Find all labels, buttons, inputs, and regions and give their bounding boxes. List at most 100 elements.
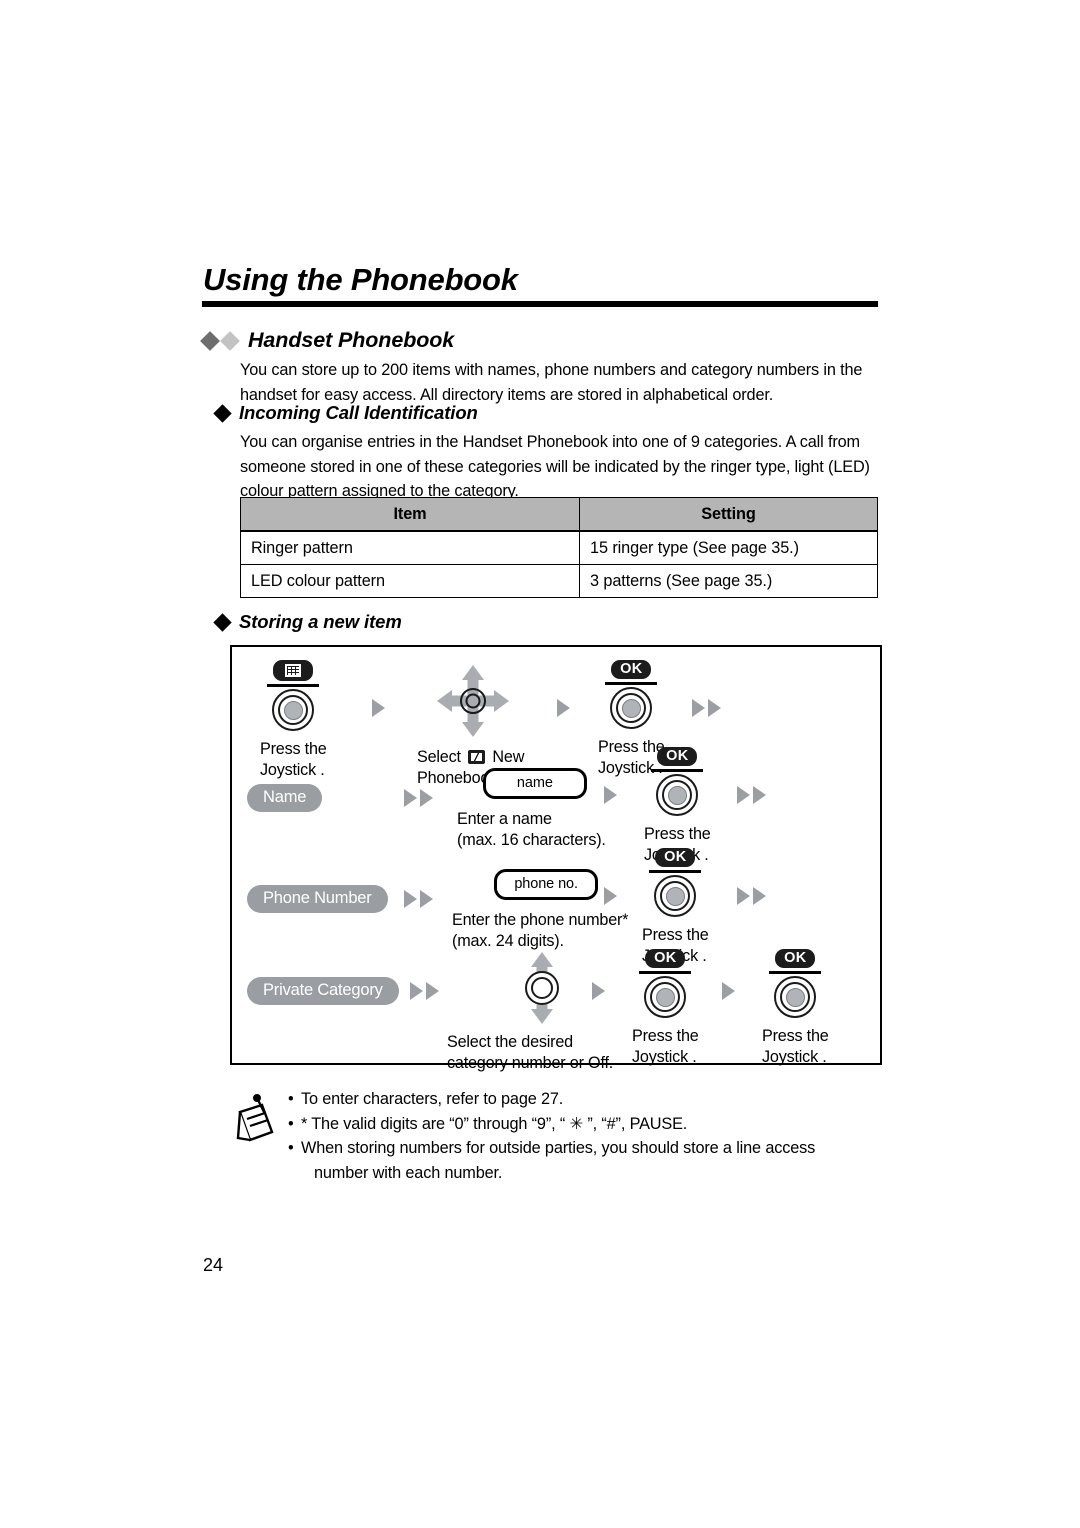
flow-caption-new: New xyxy=(492,748,525,766)
flow-caption-line2: (max. 24 digits). xyxy=(452,932,564,950)
table-cell-item: LED colour pattern xyxy=(240,564,580,598)
bullet-icon: • xyxy=(288,1139,294,1157)
flow-pill-phone-number: Phone Number xyxy=(247,885,388,913)
table-cell-setting: 3 patterns (See page 35.) xyxy=(579,564,878,598)
handset-phonebook-heading-text: Handset Phonebook xyxy=(248,328,455,352)
flow-label-private-category: Private Category xyxy=(247,977,399,1005)
table-cell-item: Ringer pattern xyxy=(240,530,580,565)
flow-caption-line2: Joystick . xyxy=(632,1048,697,1066)
diamond-icon xyxy=(213,403,232,423)
title-divider xyxy=(202,301,878,307)
section-heading-handset-phonebook: Handset Phonebook xyxy=(200,328,455,353)
flow-arrow xyxy=(604,887,617,910)
flow-arrow-double xyxy=(692,699,721,717)
note-text: When storing numbers for outside parties… xyxy=(301,1139,816,1157)
note-item-continuation: number with each number. xyxy=(288,1161,815,1186)
button-underline xyxy=(769,971,822,974)
diamond-icon xyxy=(213,612,232,632)
flow-caption-line2: (max. 16 characters). xyxy=(457,831,606,849)
button-underline xyxy=(651,769,704,772)
bullet-icon: • xyxy=(288,1114,294,1133)
settings-table: Item Setting Ringer pattern 15 ringer ty… xyxy=(240,497,878,598)
flow-caption-line1: Press the xyxy=(642,926,709,944)
section-heading-incoming-call-identification: Incoming Call Identification xyxy=(213,402,478,424)
section-heading-storing-a-new-item: Storing a new item xyxy=(213,611,402,633)
flow-caption-line1: Press the xyxy=(260,740,327,758)
note-item: • * The valid digits are “0” through “9”… xyxy=(288,1112,815,1137)
joystick-icon xyxy=(654,875,697,917)
manual-page: Using the Phonebook Handset Phonebook Yo… xyxy=(0,0,1080,1528)
table-cell-setting: 15 ringer type (See page 35.) xyxy=(579,530,878,565)
ok-button-icon: OK xyxy=(657,747,698,766)
button-underline xyxy=(639,971,692,974)
storing-a-new-item-heading-text: Storing a new item xyxy=(239,611,402,632)
note-item: • To enter characters, refer to page 27. xyxy=(288,1087,815,1112)
flow-arrow xyxy=(372,699,385,722)
flow-caption-select: Select xyxy=(417,748,461,766)
double-diamond-icon xyxy=(200,330,240,351)
note-pad-icon xyxy=(232,1092,278,1148)
flow-step-enter-name: name Enter a name (max. 16 characters). xyxy=(457,768,606,851)
flow-step-enter-phone-number: phone no. Enter the phone number* (max. … xyxy=(452,869,628,952)
handset-phonebook-body: You can store up to 200 items with names… xyxy=(240,361,863,404)
note-text: To enter characters, refer to page 27. xyxy=(301,1090,564,1108)
flow-caption-line1: Enter the phone number* xyxy=(452,911,629,929)
joystick-vertical-icon xyxy=(519,952,565,1024)
flow-step-select-category: Select the desired category number or Of… xyxy=(447,952,613,1074)
ok-button-icon: OK xyxy=(611,660,652,679)
flow-arrow-double xyxy=(404,789,433,807)
flow-arrow-double xyxy=(404,890,433,908)
ok-button-icon: OK xyxy=(655,848,696,867)
table-header-setting: Setting xyxy=(579,497,878,532)
flow-caption-line1: Select the desired xyxy=(447,1033,573,1051)
flow-label-phone-number: Phone Number xyxy=(247,885,388,913)
menu-button-icon xyxy=(273,660,314,681)
ok-button-icon: OK xyxy=(645,949,686,968)
button-underline xyxy=(649,870,702,873)
flow-step-press-joystick-ok-5: OK Press the Joystick . xyxy=(762,949,829,1068)
flow-caption-line1: Press the xyxy=(762,1027,829,1045)
page-number: 24 xyxy=(203,1255,224,1275)
flow-arrow-double xyxy=(737,887,766,905)
flow-caption-line2: Joystick . xyxy=(762,1048,827,1066)
flow-caption-line1: Press the xyxy=(632,1027,699,1045)
flow-arrow-double xyxy=(737,786,766,804)
name-field[interactable]: name xyxy=(482,768,587,799)
flow-caption-line2: Joystick . xyxy=(260,761,325,779)
flow-pill-private-category: Private Category xyxy=(247,977,399,1005)
page-title: Using the Phonebook xyxy=(203,262,518,297)
button-underline xyxy=(267,684,320,687)
joystick-icon xyxy=(774,976,817,1018)
flow-arrow-double xyxy=(410,982,439,1000)
note-item: • When storing numbers for outside parti… xyxy=(288,1136,815,1161)
flow-step-press-joystick-menu: Press the Joystick . xyxy=(260,660,327,781)
table-header-item: Item xyxy=(240,497,580,532)
phonebook-icon xyxy=(468,750,486,764)
incoming-call-identification-body: You can organise entries in the Handset … xyxy=(240,433,870,500)
joystick-icon xyxy=(272,689,315,731)
joystick-4way-icon xyxy=(437,665,510,737)
phone-number-field[interactable]: phone no. xyxy=(494,869,599,900)
flow-arrow xyxy=(722,982,735,1005)
table-row: LED colour pattern 3 patterns (See page … xyxy=(240,564,878,598)
flow-label-name: Name xyxy=(247,784,323,812)
flow-caption-line2: category number or Off. xyxy=(447,1054,614,1072)
joystick-icon xyxy=(610,687,653,729)
flow-caption-line1: Enter a name xyxy=(457,810,552,828)
incoming-call-identification-heading-text: Incoming Call Identification xyxy=(239,402,478,423)
bullet-icon: • xyxy=(288,1090,294,1108)
table-header-row: Item Setting xyxy=(240,497,878,532)
storing-new-item-flow-diagram: Press the Joystick . Select New Phoneboo… xyxy=(230,645,882,1072)
ok-button-icon: OK xyxy=(775,949,816,968)
table-row: Ringer pattern 15 ringer type (See page … xyxy=(240,530,878,565)
note-text: number with each number. xyxy=(314,1163,503,1182)
flow-arrow xyxy=(557,699,570,722)
joystick-icon xyxy=(644,976,687,1018)
notes-list: • To enter characters, refer to page 27.… xyxy=(288,1087,815,1185)
note-text: * The valid digits are “0” through “9”, … xyxy=(301,1114,688,1133)
flow-arrow xyxy=(604,786,617,809)
flow-pill-name: Name xyxy=(247,784,323,812)
flow-arrow xyxy=(592,982,605,1005)
joystick-icon xyxy=(656,774,699,816)
flow-caption-line1: Press the xyxy=(644,825,711,843)
